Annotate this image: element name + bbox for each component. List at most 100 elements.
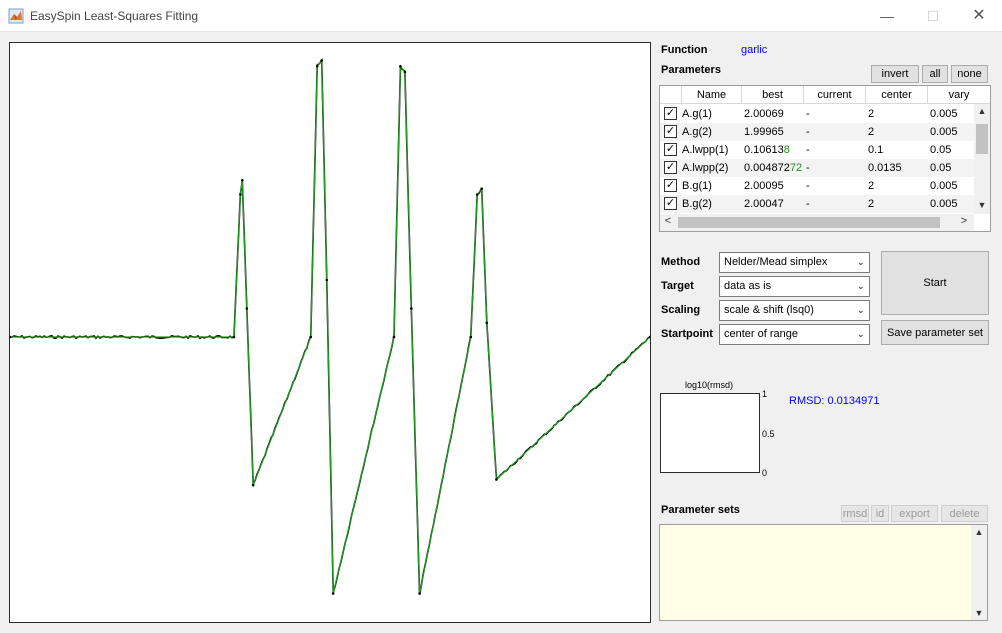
cell-current: - — [806, 144, 810, 156]
cell-center[interactable]: 0.0135 — [868, 159, 902, 177]
row-checkbox[interactable]: ✓ — [664, 179, 677, 192]
parameter-sets-scrollbar[interactable]: ▲ ▼ — [971, 525, 987, 620]
cell-vary[interactable]: 0.005 — [930, 105, 958, 123]
scroll-up-arrow-icon[interactable]: ▲ — [971, 527, 987, 537]
table-header: Name best current center vary — [660, 86, 990, 104]
data-point — [403, 70, 407, 74]
scroll-right-arrow-icon[interactable]: > — [956, 215, 972, 227]
scaling-select[interactable]: scale & shift (lsq0) ⌄ — [719, 300, 870, 321]
cell-current: - — [806, 198, 810, 210]
data-point — [320, 59, 324, 62]
maximize-button[interactable]: ☐ — [910, 0, 956, 32]
cell-center[interactable]: 0.1 — [868, 141, 883, 159]
chevron-down-icon: ⌄ — [856, 305, 865, 316]
table-row[interactable]: ✓ A.lwpp(2) 0.00487272- 0.0135 0.05 — [660, 159, 974, 177]
cell-best: 1.99965 — [744, 126, 784, 138]
data-point — [232, 335, 236, 339]
cell-center[interactable]: 2 — [868, 195, 874, 213]
scroll-left-arrow-icon[interactable]: < — [660, 215, 676, 227]
cell-name: B.g(1) — [682, 180, 712, 192]
scroll-thumb[interactable] — [976, 124, 988, 154]
startpoint-value: center of range — [724, 328, 798, 340]
data-point — [485, 321, 489, 325]
cell-name: B.g(2) — [682, 198, 712, 210]
parameter-table[interactable]: Name best current center vary ✓ A.g(1) 2.0… — [659, 85, 991, 232]
data-series-line — [10, 57, 650, 595]
data-point — [325, 278, 329, 282]
cell-vary[interactable]: 0.005 — [930, 195, 958, 213]
cell-vary[interactable]: 0.005 — [930, 177, 958, 195]
data-point — [239, 193, 242, 196]
title-bar: EasySpin Least-Squares Fitting — ☐ ✕ — [0, 0, 1002, 32]
row-checkbox[interactable]: ✓ — [664, 161, 677, 174]
matlab-logo-icon — [8, 8, 24, 24]
row-checkbox[interactable]: ✓ — [664, 125, 677, 138]
column-header-center[interactable]: center — [866, 86, 928, 104]
cell-current: - — [806, 162, 810, 174]
table-row[interactable]: ✓ B.g(2) 2.00047 - 2 0.005 — [660, 195, 974, 213]
table-horizontal-scrollbar[interactable]: < > — [660, 214, 974, 231]
method-select[interactable]: Nelder/Mead simplex ⌄ — [719, 252, 870, 273]
cell-center[interactable]: 2 — [868, 123, 874, 141]
table-row[interactable]: ✓ A.g(2) 1.99965 - 2 0.005 — [660, 123, 974, 141]
all-button[interactable]: all — [922, 65, 948, 83]
cell-name: A.lwpp(1) — [682, 144, 729, 156]
scroll-thumb-horizontal[interactable] — [678, 217, 940, 228]
column-header-vary[interactable]: vary — [928, 86, 990, 104]
close-button[interactable]: ✕ — [956, 0, 1002, 32]
rmsd-button[interactable]: rmsd — [841, 505, 869, 522]
cell-center[interactable]: 2 — [868, 177, 874, 195]
table-row[interactable]: ✓ A.lwpp(1) 0.106138 - 0.1 0.05 — [660, 141, 974, 159]
start-button[interactable]: Start — [881, 251, 989, 315]
id-button[interactable]: id — [871, 505, 889, 522]
cell-name: A.g(2) — [682, 126, 712, 138]
cell-vary[interactable]: 0.05 — [930, 141, 951, 159]
scroll-up-arrow-icon[interactable]: ▲ — [974, 106, 990, 116]
chevron-down-icon: ⌄ — [856, 281, 865, 292]
table-row[interactable]: ✓ B.g(1) 2.00095 - 2 0.005 — [660, 177, 974, 195]
column-header-current[interactable]: current — [804, 86, 866, 104]
data-point — [331, 592, 335, 595]
cell-vary[interactable]: 0.005 — [930, 123, 958, 141]
row-checkbox[interactable]: ✓ — [664, 107, 677, 120]
invert-button[interactable]: invert — [871, 65, 919, 83]
startpoint-label: Startpoint — [661, 328, 713, 340]
scroll-down-arrow-icon[interactable]: ▼ — [971, 608, 987, 618]
target-select[interactable]: data as is ⌄ — [719, 276, 870, 297]
delete-button[interactable]: delete — [941, 505, 988, 522]
minimize-button[interactable]: — — [864, 0, 910, 32]
cell-best: 2.00047 — [744, 198, 784, 210]
cell-vary[interactable]: 0.05 — [930, 159, 951, 177]
row-checkbox[interactable]: ✓ — [664, 197, 677, 210]
rmsd-plot-title: log10(rmsd) — [685, 380, 734, 390]
table-vertical-scrollbar[interactable]: ▲ ▼ — [974, 104, 990, 214]
table-row[interactable]: ✓ A.g(1) 2.00069 - 2 0.005 — [660, 105, 974, 123]
cell-center[interactable]: 2 — [868, 105, 874, 123]
parameter-sets-label: Parameter sets — [661, 504, 740, 516]
target-value: data as is — [724, 280, 772, 292]
save-parameter-set-button[interactable]: Save parameter set — [881, 320, 989, 345]
data-point — [251, 483, 255, 487]
column-header-name[interactable]: Name — [682, 86, 742, 104]
startpoint-select[interactable]: center of range ⌄ — [719, 324, 870, 345]
cell-current: - — [806, 180, 810, 192]
function-value: garlic — [741, 44, 768, 56]
data-point — [495, 478, 498, 481]
cell-best: 2.00095 — [744, 180, 784, 192]
none-button[interactable]: none — [951, 65, 988, 83]
cell-best: 0.106138 — [744, 144, 790, 156]
cell-name: A.g(1) — [682, 108, 712, 120]
method-value: Nelder/Mead simplex — [724, 256, 828, 268]
scroll-down-arrow-icon[interactable]: ▼ — [974, 200, 990, 210]
parameter-sets-list[interactable]: ▲ ▼ — [659, 524, 988, 621]
cell-current: - — [806, 126, 810, 138]
export-button[interactable]: export — [891, 505, 938, 522]
spectrum-plot[interactable] — [9, 42, 651, 623]
changed-digits: 72 — [789, 162, 803, 174]
window-title: EasySpin Least-Squares Fitting — [30, 9, 199, 23]
fit-series-line — [10, 58, 650, 594]
data-point — [480, 187, 484, 191]
row-checkbox[interactable]: ✓ — [664, 143, 677, 156]
column-header-best[interactable]: best — [742, 86, 804, 104]
cell-best: 2.00069 — [744, 108, 784, 120]
